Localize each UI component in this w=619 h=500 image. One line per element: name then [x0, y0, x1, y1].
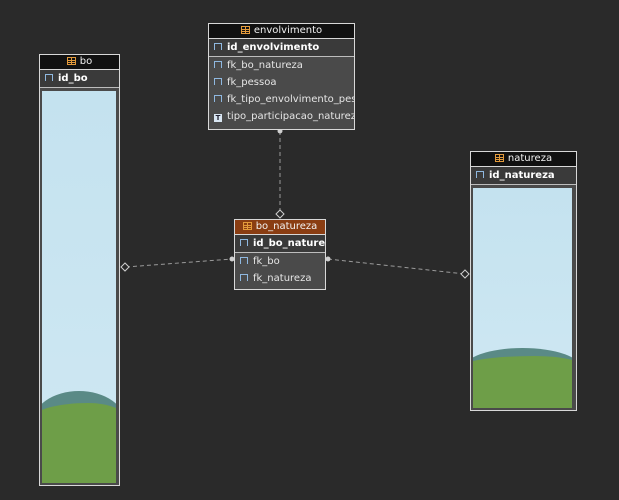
table-title: bo: [79, 56, 93, 67]
key-icon: [240, 257, 248, 264]
column-name: tipo_participacao_natureza: [227, 111, 355, 122]
key-icon: [240, 274, 248, 281]
column-row[interactable]: fk_tipo_envolvimento_pessoa: [209, 91, 354, 108]
table-header[interactable]: bo: [40, 55, 119, 70]
table-icon: [240, 26, 250, 34]
primary-key-row[interactable]: id_bo_natureza: [235, 235, 325, 253]
table-header[interactable]: bo_natureza: [235, 220, 325, 235]
table-header[interactable]: natureza: [471, 152, 576, 167]
dot-marker: [325, 256, 331, 262]
column-row[interactable]: fk_bo_natureza: [209, 57, 354, 74]
diamond-marker: [460, 269, 470, 279]
landscape-image: [42, 91, 116, 483]
primary-key-row[interactable]: id_bo: [40, 70, 119, 88]
key-icon: [214, 78, 222, 85]
table-bo_natureza[interactable]: bo_natureza id_bo_natureza fk_bo fk_natu…: [234, 219, 326, 290]
column-name: id_bo: [58, 73, 88, 84]
table-title: natureza: [507, 153, 553, 164]
diamond-marker: [120, 262, 130, 272]
column-row[interactable]: Ttipo_participacao_natureza: [209, 108, 354, 125]
table-envolvimento[interactable]: envolvimento id_envolvimento fk_bo_natur…: [208, 23, 355, 130]
key-icon: [240, 239, 248, 246]
key-icon: [45, 74, 53, 81]
key-icon: [476, 171, 484, 178]
column-name: fk_natureza: [253, 273, 312, 284]
key-icon: [214, 61, 222, 68]
primary-key-row[interactable]: id_envolvimento: [209, 39, 354, 57]
rel-natureza-bo_natureza: [327, 258, 466, 275]
table-icon: [66, 57, 76, 65]
column-name: fk_bo_natureza: [227, 60, 303, 71]
column-row[interactable]: fk_pessoa: [209, 74, 354, 91]
column-row[interactable]: fk_bo: [235, 253, 325, 270]
column-name: id_natureza: [489, 170, 555, 181]
table-title: envolvimento: [253, 25, 323, 36]
column-row[interactable]: fk_natureza: [235, 270, 325, 287]
column-name: fk_bo: [253, 256, 280, 267]
table-icon: [494, 154, 504, 162]
column-name: fk_tipo_envolvimento_pessoa: [227, 94, 354, 105]
rel-bo-bo_natureza: [125, 258, 233, 268]
landscape-image: [473, 188, 572, 408]
key-icon: [214, 95, 222, 102]
table-title: bo_natureza: [255, 221, 318, 232]
key-icon: [214, 43, 222, 50]
column-name: fk_pessoa: [227, 77, 277, 88]
type-icon: T: [214, 114, 222, 122]
table-header[interactable]: envolvimento: [209, 24, 354, 39]
diamond-marker: [275, 209, 285, 219]
table-bo[interactable]: bo id_bo: [39, 54, 120, 486]
column-name: id_bo_natureza: [253, 238, 326, 249]
table-icon: [242, 222, 252, 230]
table-natureza[interactable]: natureza id_natureza: [470, 151, 577, 411]
primary-key-row[interactable]: id_natureza: [471, 167, 576, 185]
column-name: id_envolvimento: [227, 42, 320, 53]
